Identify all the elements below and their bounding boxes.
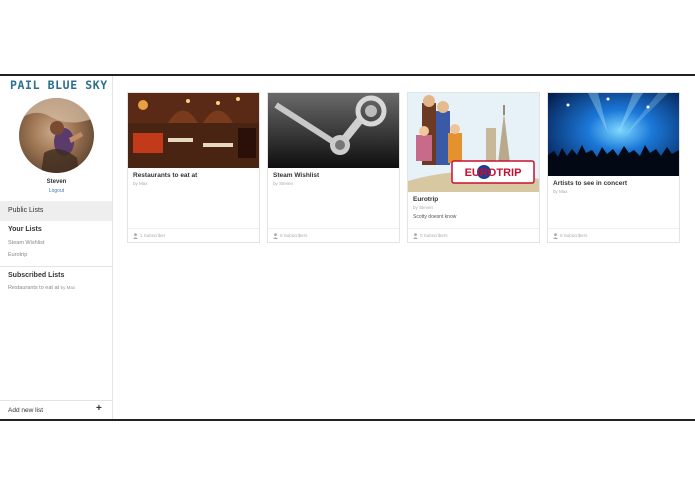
sidebar: PAIL BLUE SKY Steven Logout Public Lists… [0,76,113,419]
card-title[interactable]: Steam Wishlist [273,172,319,179]
sidebar-item-eurotrip[interactable]: Eurotrip [8,252,27,258]
eurotrip-poster: EUROTRIP [408,93,539,192]
steam-logo [268,93,399,168]
list-card-restaurants[interactable]: Restaurants to eat at by Max 1 Subscribe… [127,92,260,243]
subscribed-list-author: by Max [60,285,76,290]
user-icon [553,233,558,239]
concert-photo [548,93,679,176]
poster-title: EUROTRIP [465,167,522,179]
user-name: Steven [46,179,67,185]
subscriber-count: 0 Subscribers [280,233,308,238]
restaurant-photo [128,93,259,168]
sidebar-item-public-lists[interactable]: Public Lists [0,201,112,221]
card-title[interactable]: Eurotrip [413,196,438,203]
card-footer: 1 Subscriber [128,228,259,242]
avatar [19,98,94,173]
subscriber-count: 0 Subscribers [420,233,448,238]
list-card-eurotrip[interactable]: EUROTRIP Eurotrip by Steven Scotty doesn… [407,92,540,243]
card-description: Scotty doesnt know [413,214,457,220]
plus-icon[interactable]: + [96,403,102,414]
card-footer: 0 Subscribers [408,228,539,242]
card-footer: 0 Subscribers [548,228,679,242]
list-card-steam-wishlist[interactable]: Steam Wishlist by Steven 0 Subscribers [267,92,400,243]
card-author: by Max [553,189,568,194]
divider [0,266,112,267]
app-frame: PAIL BLUE SKY Steven Logout Public Lists… [0,74,695,421]
subscriber-count: 0 Subscribers [560,233,588,238]
user-icon [273,233,278,239]
user-icon [413,233,418,239]
your-lists-heading: Your Lists [8,226,42,233]
subscriber-count: 1 Subscriber [140,233,166,238]
card-title[interactable]: Restaurants to eat at [133,172,197,179]
card-author: by Steven [273,181,294,186]
user-icon [133,233,138,239]
add-new-list-button[interactable]: Add new list [8,407,43,414]
sidebar-item-steam-wishlist[interactable]: Steam Wishlist [8,240,44,246]
sidebar-item-restaurants[interactable]: Restaurants to eat at by Max [8,285,75,291]
divider [0,400,112,401]
card-author: by Steven [413,205,434,210]
logout-link[interactable]: Logout [0,188,113,194]
list-card-concerts[interactable]: Artists to see in concert by Max 0 Subsc… [547,92,680,243]
card-footer: 0 Subscribers [268,228,399,242]
card-title[interactable]: Artists to see in concert [553,180,627,187]
card-author: by Max [133,181,148,186]
subscribed-lists-heading: Subscribed Lists [8,272,65,279]
app-logo[interactable]: PAIL BLUE SKY [10,78,108,92]
subscribed-list-title: Restaurants to eat at [8,285,60,291]
